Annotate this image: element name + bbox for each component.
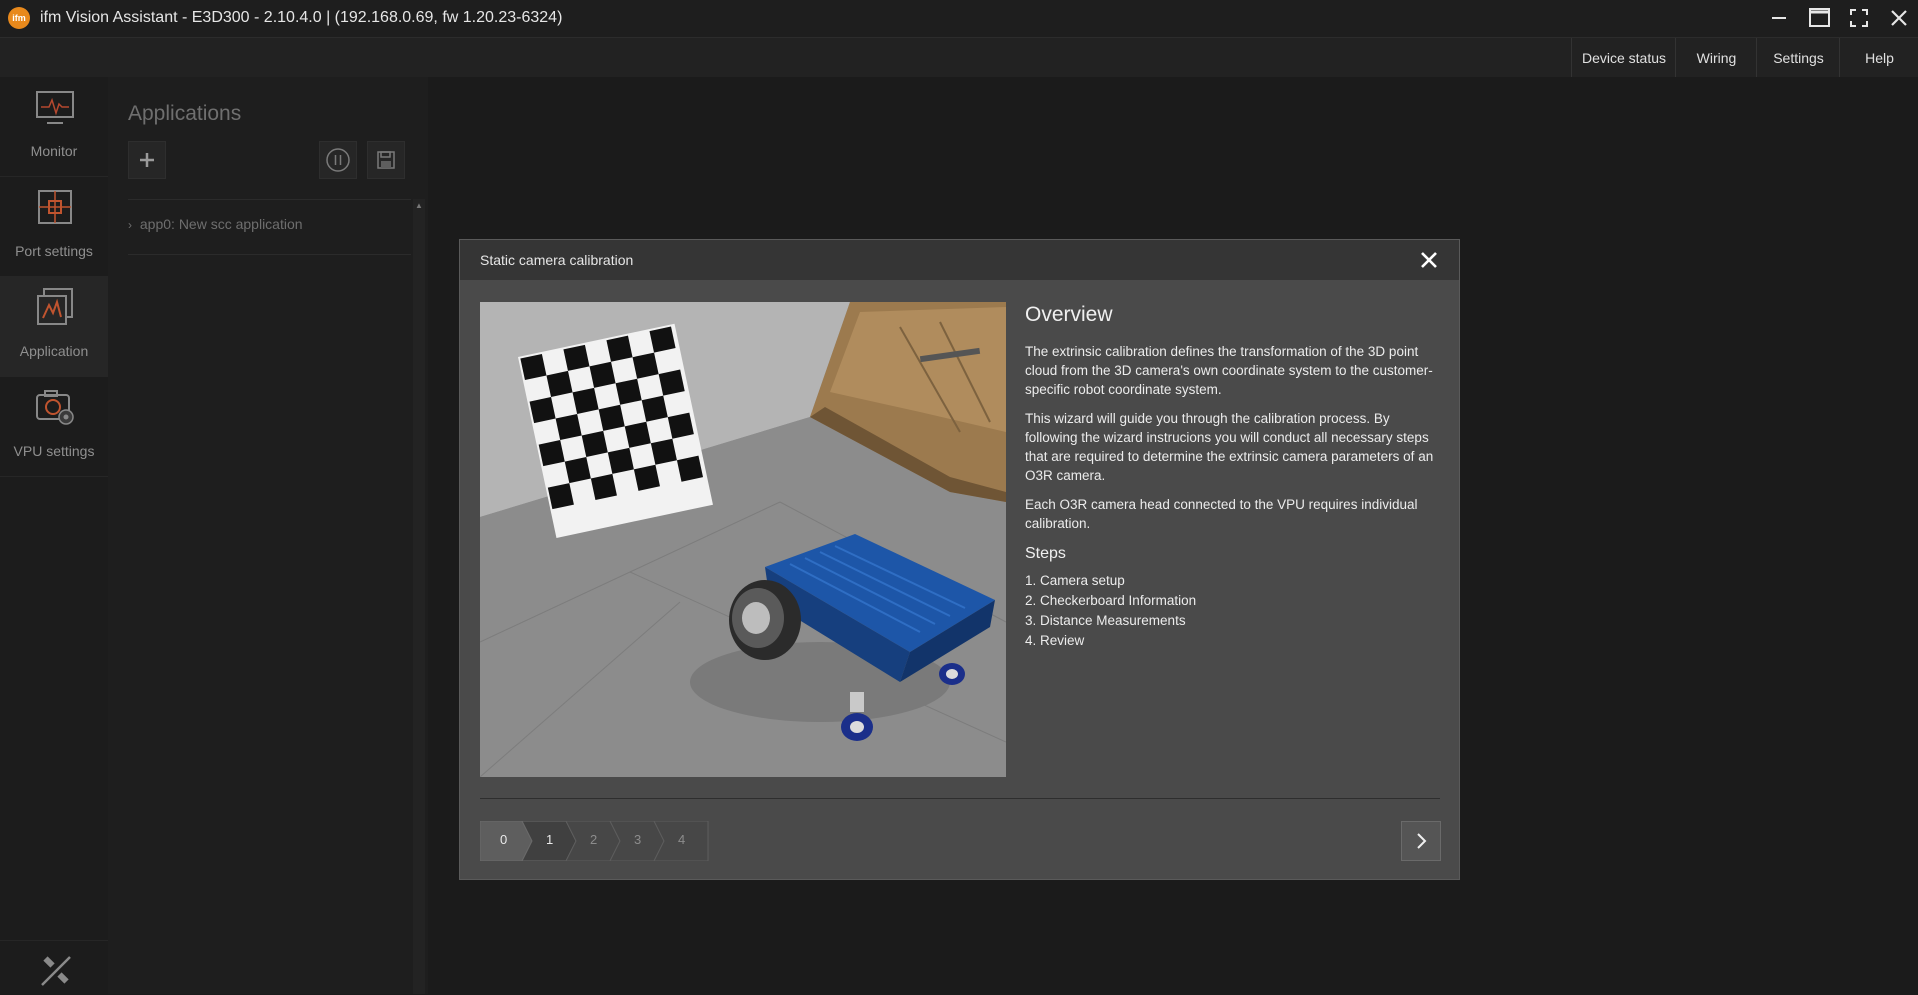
stepper-step-4[interactable]: 4 [678,832,685,847]
rail-label-vpu-settings: VPU settings [13,443,95,459]
calibration-dialog: Static camera calibration Overview The e… [459,239,1460,880]
rail-label-monitor: Monitor [30,143,78,159]
rail-label-application: Application [19,343,89,359]
list-divider [128,199,411,200]
dialog-divider [480,798,1440,799]
overview-paragraph: The extrinsic calibration defines the tr… [1025,344,1433,397]
step-item: 4. Review [1025,633,1085,648]
applications-panel: Applications › app0: New scc application… [108,77,428,994]
nav-wiring[interactable]: Wiring [1675,38,1757,78]
rail-item-port-settings[interactable]: Port settings [0,177,108,277]
applications-scrollbar[interactable]: ▲ [413,199,425,994]
maximize-icon [1809,8,1830,27]
fullscreen-button[interactable] [1844,4,1874,32]
fullscreen-icon [1850,9,1868,27]
close-icon [1421,252,1437,268]
add-application-button[interactable] [128,141,166,179]
dialog-close-button[interactable] [1418,249,1440,271]
save-icon [377,151,395,169]
wizard-stepper: 0 1 2 3 4 [479,820,710,862]
application-icon [37,288,73,325]
close-icon [1891,10,1907,26]
save-button[interactable] [367,141,405,179]
dialog-header: Static camera calibration [460,240,1459,280]
pause-icon [326,148,350,172]
step-item: 1. Camera setup [1025,573,1125,588]
calibration-preview-image [480,302,1006,777]
step-item: 3. Distance Measurements [1025,613,1186,628]
step-item: 2. Checkerboard Information [1025,593,1197,608]
list-divider [128,254,411,255]
monitor-icon [36,91,74,124]
rail-item-application[interactable]: Application [0,277,108,377]
ifm-logo: ifm [8,7,30,29]
overview-title: Overview [1025,303,1113,326]
top-nav: Device status Wiring Settings Help [0,37,1918,78]
pause-button[interactable] [319,141,357,179]
port-settings-icon [38,190,72,224]
left-rail: Monitor Port settings Application VPU se… [0,77,109,994]
stepper-step-0[interactable]: 0 [500,832,507,847]
applications-title: Applications [128,102,242,125]
steps-title: Steps [1025,545,1066,562]
rail-item-vpu-settings[interactable]: VPU settings [0,377,108,477]
scroll-up-icon[interactable]: ▲ [413,199,425,213]
title-bar: ifm ifm Vision Assistant - E3D300 - 2.10… [0,0,1918,37]
close-window-button[interactable] [1884,4,1914,32]
next-step-button[interactable] [1401,821,1441,861]
nav-device-status[interactable]: Device status [1571,38,1676,78]
stepper-step-1[interactable]: 1 [546,832,553,847]
dialog-content: Overview The extrinsic calibration defin… [1025,302,1440,651]
plug-icon [41,956,71,986]
chevron-right-icon [1417,833,1427,849]
overview-paragraph: Each O3R camera head connected to the VP… [1025,497,1418,531]
stepper-step-2[interactable]: 2 [590,832,597,847]
connection-button[interactable] [0,940,108,995]
minimize-button[interactable] [1764,4,1794,32]
overview-paragraph: This wizard will guide you through the c… [1025,411,1434,483]
vpu-settings-icon [36,390,74,425]
rail-label-port-settings: Port settings [15,243,93,259]
list-item[interactable]: › app0: New scc application [128,208,411,240]
application-name: app0: New scc application [139,216,303,232]
calibration-scene-illustration [480,302,1006,777]
window-title: ifm Vision Assistant - E3D300 - 2.10.4.0… [40,9,563,26]
nav-help[interactable]: Help [1839,38,1918,78]
rail-item-monitor[interactable]: Monitor [0,77,108,177]
plus-icon [140,153,154,167]
stepper-step-3[interactable]: 3 [634,832,641,847]
nav-settings[interactable]: Settings [1756,38,1840,78]
dialog-title: Static camera calibration [480,252,634,268]
chevron-right-icon: › [128,218,132,232]
minimize-icon [1772,17,1786,19]
maximize-button[interactable] [1804,4,1834,32]
